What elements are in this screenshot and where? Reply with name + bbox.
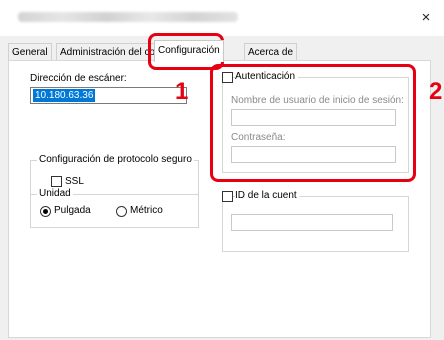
ssl-checkbox[interactable] [51,176,62,187]
close-icon[interactable]: × [415,7,437,29]
account-id-input[interactable] [231,214,393,231]
tab-configuracion[interactable]: Configuración [154,40,224,62]
callout-number-2: 2 [429,78,443,105]
scanner-address-label: Dirección de escáner: [30,73,127,84]
scanner-address-value: 10.180.63.36 [33,89,96,102]
window-title [18,12,238,22]
callout-number-1: 1 [175,78,189,105]
scanner-address-input[interactable]: 10.180.63.36 [30,87,187,104]
pulgada-radio[interactable] [40,206,51,217]
account-id-label: ID de la cuent [235,190,300,201]
callout-highlight-authentication [210,64,416,182]
tab-acerca-de[interactable]: Acerca de [244,43,298,61]
secure-protocol-title: Configuración de protocolo seguro [37,154,194,165]
title-bar: × [0,0,444,36]
unit-title: Unidad [37,188,73,199]
ssl-label: SSL [65,176,84,187]
tab-general[interactable]: General [8,43,52,61]
pulgada-label: Pulgada [54,205,91,216]
radio-selected-dot [43,209,48,214]
metrico-label: Métrico [130,205,163,216]
metrico-radio[interactable] [116,206,127,217]
account-id-checkbox[interactable] [222,191,233,202]
